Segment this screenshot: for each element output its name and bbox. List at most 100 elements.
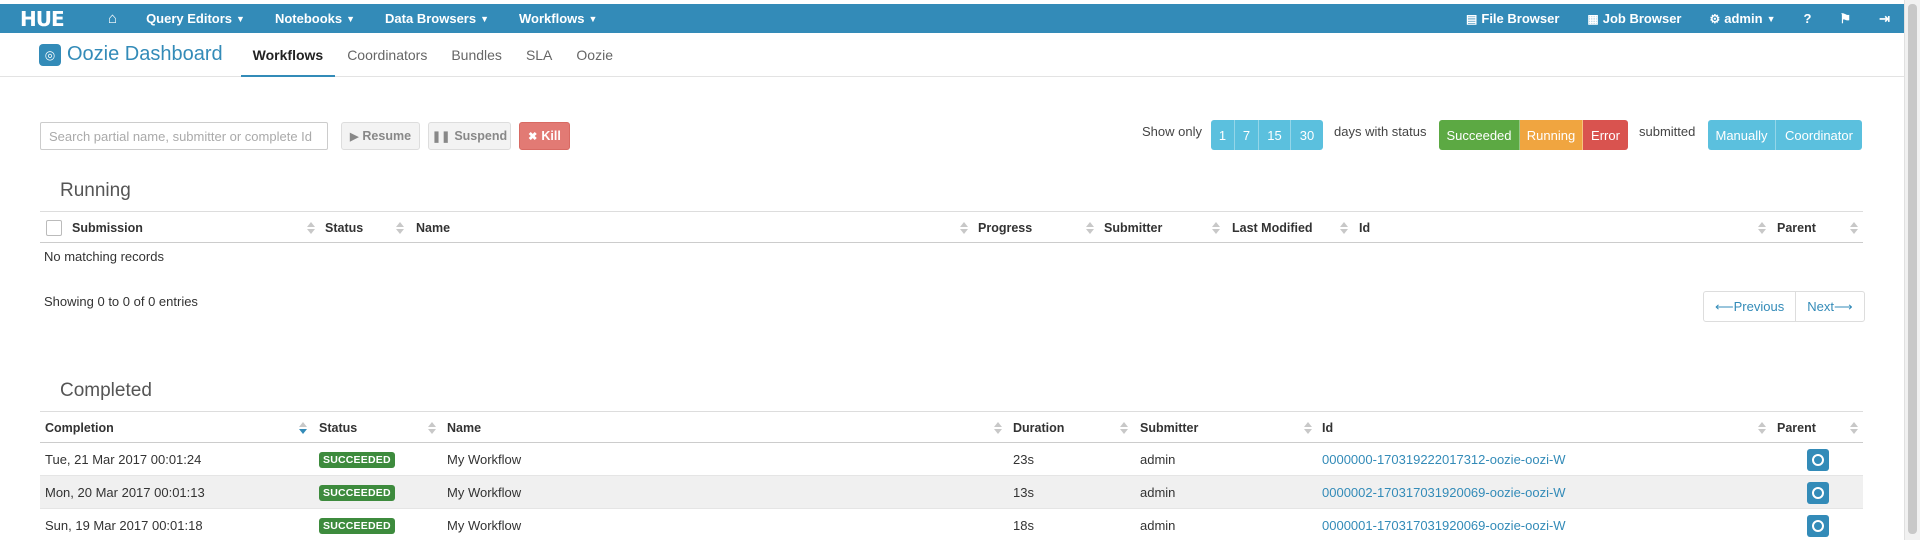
- submitter-cell: admin: [1140, 518, 1176, 533]
- entries-info: Showing 0 to 0 of 0 entries: [44, 294, 198, 309]
- name-cell: My Workflow: [447, 485, 522, 500]
- previous-button[interactable]: ⟵ Previous: [1704, 292, 1795, 321]
- sort-icon[interactable]: [428, 422, 436, 436]
- next-label: Next: [1807, 299, 1834, 314]
- user-menu[interactable]: ⚙ admin ▼: [1696, 4, 1790, 33]
- kill-label: Kill: [541, 129, 561, 143]
- col-status[interactable]: Status: [325, 212, 363, 243]
- col-id[interactable]: Id: [1359, 212, 1370, 243]
- sort-icon[interactable]: [1212, 222, 1220, 236]
- arrow-left-icon: ⟵: [1715, 298, 1734, 314]
- menu-query-editors[interactable]: Query Editors ▼: [131, 4, 260, 33]
- show-only-label: Show only: [1142, 124, 1202, 139]
- close-icon: ✖: [528, 130, 538, 143]
- col-status[interactable]: Status: [319, 412, 357, 443]
- col-name[interactable]: Name: [447, 412, 481, 443]
- table-row[interactable]: Tue, 21 Mar 2017 00:01:24 SUCCEEDED My W…: [40, 443, 1863, 476]
- days-30-button[interactable]: 30: [1291, 120, 1323, 150]
- workflow-id-link[interactable]: 0000000-170319222017312-oozie-oozi-W: [1322, 443, 1566, 476]
- manually-filter-button[interactable]: Manually: [1708, 120, 1776, 150]
- col-submission[interactable]: Submission: [72, 212, 143, 243]
- play-icon: ▶: [349, 130, 359, 143]
- menu-workflows[interactable]: Workflows ▼: [504, 4, 612, 33]
- resume-button[interactable]: ▶ Resume: [341, 122, 420, 150]
- menu-data-browsers[interactable]: Data Browsers ▼: [370, 4, 504, 33]
- sort-icon[interactable]: [1758, 422, 1766, 436]
- coordinator-parent-button[interactable]: [1807, 481, 1829, 504]
- col-id[interactable]: Id: [1322, 412, 1333, 443]
- tab-coordinators[interactable]: Coordinators: [335, 33, 439, 77]
- next-button[interactable]: Next ⟶: [1795, 292, 1863, 321]
- running-filter-button[interactable]: Running: [1520, 120, 1583, 150]
- select-all-checkbox[interactable]: [46, 220, 62, 236]
- col-duration[interactable]: Duration: [1013, 412, 1064, 443]
- sort-icon[interactable]: [1120, 422, 1128, 436]
- tab-workflows[interactable]: Workflows: [240, 33, 336, 77]
- name-cell: My Workflow: [447, 452, 522, 467]
- completion-cell: Mon, 20 Mar 2017 00:01:13: [45, 485, 205, 500]
- app-title[interactable]: Oozie Dashboard: [67, 43, 223, 66]
- search-input[interactable]: [40, 122, 328, 150]
- coordinator-parent-button[interactable]: [1807, 514, 1829, 537]
- status-badge: SUCCEEDED: [319, 451, 395, 468]
- succeeded-filter-button[interactable]: Succeeded: [1439, 120, 1520, 150]
- days-filter: 1 7 15 30: [1211, 120, 1323, 150]
- col-last-modified[interactable]: Last Modified: [1232, 212, 1313, 243]
- col-completion[interactable]: Completion: [45, 412, 114, 443]
- empty-message: No matching records: [44, 249, 164, 264]
- col-name[interactable]: Name: [416, 212, 450, 243]
- home-icon[interactable]: ⌂: [58, 4, 131, 33]
- help-icon[interactable]: ?: [1789, 4, 1825, 33]
- table-row[interactable]: Sun, 19 Mar 2017 00:01:18 SUCCEEDED My W…: [40, 509, 1863, 540]
- workflow-id-link[interactable]: 0000002-170317031920069-oozie-oozi-W: [1322, 476, 1566, 509]
- submitted-label: submitted: [1639, 124, 1696, 139]
- coordinator-filter-button[interactable]: Coordinator: [1776, 120, 1862, 150]
- col-parent[interactable]: Parent: [1777, 212, 1816, 243]
- days-7-button[interactable]: 7: [1235, 120, 1259, 150]
- file-browser-link[interactable]: ▤ File Browser: [1452, 4, 1573, 33]
- tab-sla[interactable]: SLA: [514, 33, 564, 77]
- status-filter: Succeeded Running Error: [1439, 120, 1628, 150]
- logout-icon[interactable]: ⇥: [1865, 4, 1904, 33]
- vertical-scrollbar[interactable]: [1904, 0, 1920, 540]
- sort-icon[interactable]: [396, 222, 404, 236]
- sort-icon[interactable]: [1340, 222, 1348, 236]
- sort-icon[interactable]: [1850, 422, 1858, 436]
- flag-icon[interactable]: ⚑: [1825, 4, 1865, 33]
- coordinator-icon: [1812, 486, 1824, 499]
- error-filter-button[interactable]: Error: [1583, 120, 1628, 150]
- pause-icon: ❚❚: [431, 130, 451, 143]
- sort-desc-icon[interactable]: [299, 422, 307, 436]
- coordinator-parent-button[interactable]: [1807, 448, 1829, 471]
- scrollbar-thumb[interactable]: [1908, 4, 1917, 534]
- col-submitter[interactable]: Submitter: [1104, 212, 1162, 243]
- suspend-button[interactable]: ❚❚ Suspend: [428, 122, 511, 150]
- hue-logo[interactable]: HUE: [0, 7, 65, 31]
- coordinator-icon: [1812, 519, 1824, 532]
- col-parent[interactable]: Parent: [1777, 412, 1816, 443]
- completion-cell: Sun, 19 Mar 2017 00:01:18: [45, 518, 203, 533]
- top-navbar: HUE ⌂ Query Editors ▼ Notebooks ▼ Data Bro…: [0, 4, 1904, 33]
- tab-bundles[interactable]: Bundles: [439, 33, 514, 77]
- days-15-button[interactable]: 15: [1259, 120, 1291, 150]
- parent-cell: [1807, 443, 1829, 476]
- submitter-cell: admin: [1140, 485, 1176, 500]
- col-progress[interactable]: Progress: [978, 212, 1032, 243]
- duration-cell: 23s: [1013, 452, 1034, 467]
- col-submitter[interactable]: Submitter: [1140, 412, 1198, 443]
- tab-oozie[interactable]: Oozie: [564, 33, 625, 77]
- sort-icon[interactable]: [1850, 222, 1858, 236]
- sort-icon[interactable]: [1304, 422, 1312, 436]
- sort-icon[interactable]: [960, 222, 968, 236]
- table-row[interactable]: Mon, 20 Mar 2017 00:01:13 SUCCEEDED My W…: [40, 476, 1863, 509]
- job-browser-link[interactable]: ▦ Job Browser: [1573, 4, 1695, 33]
- menu-notebooks[interactable]: Notebooks ▼: [260, 4, 370, 33]
- sort-icon[interactable]: [1758, 222, 1766, 236]
- sort-icon[interactable]: [307, 222, 315, 236]
- parent-cell: [1807, 509, 1829, 540]
- workflow-id-link[interactable]: 0000001-170317031920069-oozie-oozi-W: [1322, 509, 1566, 540]
- sort-icon[interactable]: [994, 422, 1002, 436]
- kill-button[interactable]: ✖ Kill: [519, 122, 570, 150]
- sort-icon[interactable]: [1086, 222, 1094, 236]
- days-1-button[interactable]: 1: [1211, 120, 1235, 150]
